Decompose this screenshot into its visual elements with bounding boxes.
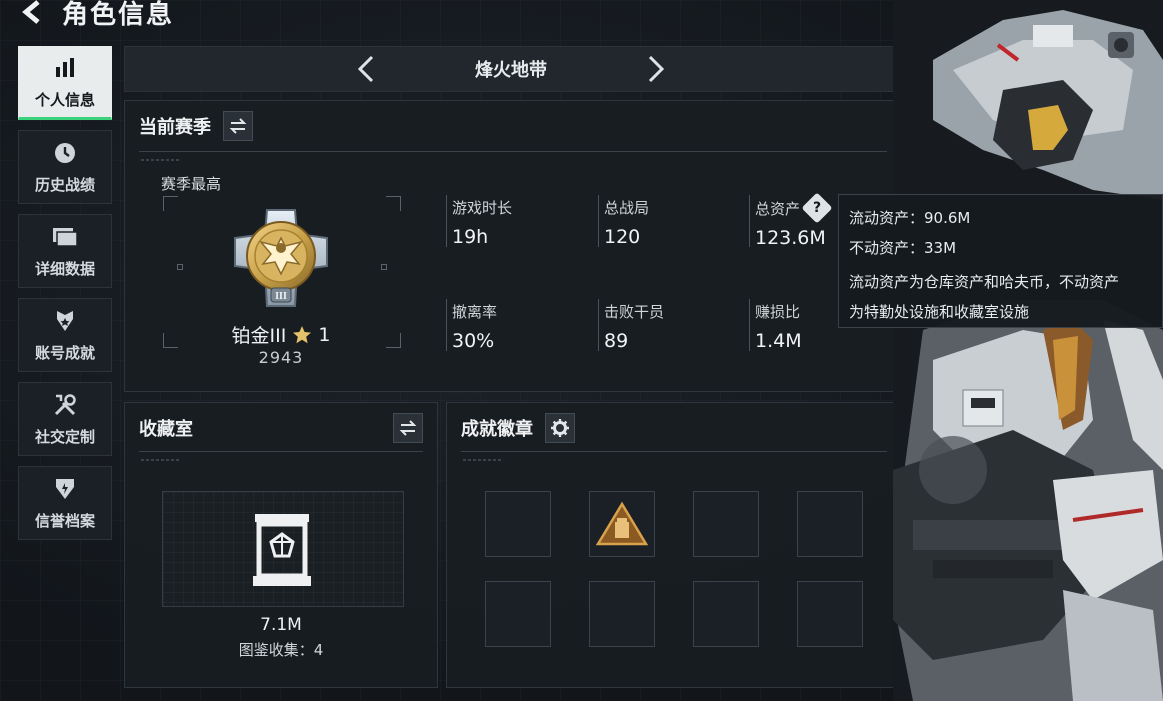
- back-arrow-icon[interactable]: [18, 0, 48, 27]
- badge-slot[interactable]: [693, 491, 759, 557]
- tooltip-fixed-assets: 不动资产：33M: [849, 239, 957, 257]
- stat-total-matches: 总战局 120: [604, 199, 650, 248]
- swap-icon: [229, 118, 247, 134]
- rank-name: 铂金III: [231, 325, 287, 347]
- collection-title: 收藏室: [139, 419, 193, 440]
- medal-icon: [52, 308, 78, 334]
- platinum-rank-badge-icon: III: [227, 204, 335, 312]
- svg-text:III: III: [275, 291, 287, 302]
- sidebar-item-account-achievements[interactable]: 账号成就: [18, 298, 112, 372]
- sidebar-item-label: 详细数据: [34, 259, 95, 278]
- star-icon: [293, 325, 312, 343]
- divider: [141, 159, 181, 161]
- page-header: 角色信息: [18, 0, 174, 32]
- gear-icon: [551, 419, 569, 437]
- badge-slot[interactable]: [589, 491, 655, 557]
- sidebar-item-reputation[interactable]: 信誉档案: [18, 466, 112, 540]
- collection-count: 图鉴收集：4: [238, 641, 324, 659]
- stat-total-assets: 总资产 ? 123.6M: [755, 192, 833, 249]
- clock-icon: [52, 140, 78, 166]
- badge-slot[interactable]: [485, 491, 551, 557]
- sidebar-item-label: 个人信息: [34, 90, 95, 109]
- shield-icon: [52, 476, 78, 502]
- stat-operators-defeated: 击败干员 89: [604, 303, 665, 352]
- sidebar-item-label: 账号成就: [34, 343, 95, 362]
- rank-name-row: 铂金III 1: [125, 321, 437, 348]
- sidebar-item-label: 信誉档案: [34, 511, 95, 530]
- achievements-title: 成就徽章: [461, 419, 533, 440]
- season-title: 当前赛季: [139, 117, 211, 138]
- collection-room-panel: 收藏室 7.1M 图鉴收集：4: [124, 402, 438, 688]
- collection-switch-button[interactable]: [393, 413, 423, 443]
- mode-selector: 烽火地带: [124, 46, 898, 92]
- collection-display[interactable]: [162, 491, 404, 607]
- achievement-badge-icon: [595, 501, 649, 546]
- tooltip-description-1: 流动资产为仓库资产和哈夫币，不动资产: [849, 273, 1120, 291]
- help-icon[interactable]: ?: [801, 192, 833, 224]
- badge-slot[interactable]: [485, 581, 551, 647]
- badge-slot[interactable]: [797, 491, 863, 557]
- swap-icon: [399, 420, 417, 436]
- asset-tooltip: 流动资产：90.6M 不动资产：33M 流动资产为仓库资产和哈夫币，不动资产 为…: [838, 194, 1163, 328]
- achievement-badges-panel: 成就徽章: [446, 402, 898, 688]
- sidebar-item-label: 历史战绩: [34, 175, 95, 194]
- sidebar-item-social-custom[interactable]: 社交定制: [18, 382, 112, 456]
- sidebar: 个人信息 历史战绩 详细数据 账号成就 社交定制 信誉档案: [18, 46, 112, 550]
- next-mode-button[interactable]: [641, 54, 671, 84]
- stat-extraction-rate: 撤离率 30%: [452, 303, 498, 352]
- mode-title: 烽火地带: [475, 60, 547, 81]
- sidebar-item-history[interactable]: 历史战绩: [18, 130, 112, 204]
- tooltip-liquid-assets: 流动资产：90.6M: [849, 209, 971, 227]
- season-best-label: 赛季最高: [161, 175, 222, 193]
- stat-profit-loss-ratio: 赚损比 1.4M: [755, 303, 802, 352]
- rank-stars: 1: [318, 323, 331, 346]
- achievements-settings-button[interactable]: [545, 413, 575, 443]
- season-switch-button[interactable]: [223, 111, 253, 141]
- page-title: 角色信息: [62, 0, 175, 30]
- sidebar-item-personal-info[interactable]: 个人信息: [18, 46, 112, 120]
- tooltip-description-2: 为特勤处设施和收藏室设施: [849, 303, 1030, 321]
- bar-chart-icon: [52, 55, 78, 81]
- collection-value: 7.1M: [260, 615, 302, 635]
- divider: [139, 151, 887, 152]
- sidebar-item-label: 社交定制: [34, 427, 95, 446]
- badge-slot[interactable]: [693, 581, 759, 647]
- tools-icon: [52, 392, 78, 418]
- stat-play-time: 游戏时长 19h: [452, 199, 513, 248]
- folder-icon: [52, 224, 78, 250]
- character-artwork: [893, 0, 1163, 701]
- sidebar-item-detailed-data[interactable]: 详细数据: [18, 214, 112, 288]
- display-case-icon: [251, 512, 313, 592]
- badge-slot[interactable]: [589, 581, 655, 647]
- prev-mode-button[interactable]: [351, 54, 381, 84]
- badge-slot[interactable]: [797, 581, 863, 647]
- rank-score: 2943: [258, 348, 304, 367]
- current-season-panel: 当前赛季 赛季最高 III 铂金III 1 2943 游戏时长 19h 总战局 …: [124, 100, 898, 392]
